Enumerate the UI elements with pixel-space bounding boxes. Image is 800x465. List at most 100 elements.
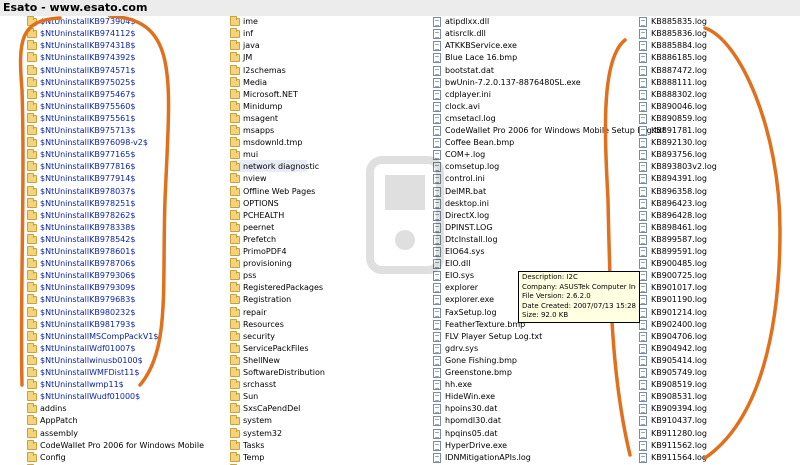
- item-label: CodeWallet Pro 2006 for Windows Mobile: [40, 440, 205, 450]
- item-label: bwUnin-7.2.0.137-8876480SL.exe: [445, 77, 581, 87]
- item-label: Offline Web Pages: [243, 186, 316, 196]
- folder-icon: [27, 125, 37, 135]
- item-label: KB900725.log: [651, 271, 708, 281]
- folder-icon: [27, 270, 37, 281]
- tooltip-description: Description: I2C: [522, 273, 578, 281]
- file-icon: [433, 89, 441, 100]
- file-icon: [433, 113, 441, 124]
- item-label: Sun: [243, 392, 259, 402]
- item-label: KB890859.log: [651, 113, 708, 123]
- file-icon: [639, 210, 647, 221]
- item-label: cmsetacl.log: [445, 113, 496, 123]
- item-label: KB885884.log: [651, 41, 708, 51]
- item-label: FeatherTexture.bmp: [445, 319, 526, 329]
- item-label: java: [243, 41, 260, 51]
- item-label: Temp: [243, 452, 265, 462]
- file-icon: [433, 307, 441, 318]
- item-label: KB905414.log: [651, 355, 708, 365]
- item-label: KB901017.log: [651, 283, 708, 293]
- explorer-window: Esato - www.esato.com $NtUninstallKB9738…: [0, 0, 800, 465]
- item-label: $NtUninstallKB973904$: [40, 17, 136, 27]
- item-label: gdrv.sys: [445, 343, 479, 353]
- file-icon: [639, 343, 647, 354]
- item-label: bootstat.dat: [445, 65, 495, 75]
- folder-icon: [27, 52, 37, 63]
- folder-icon: [27, 40, 37, 51]
- folder-icon: [230, 367, 240, 377]
- folder-icon: [27, 403, 37, 414]
- item-label: KB887472.log: [651, 65, 708, 75]
- folder-icon: [230, 403, 240, 414]
- item-label: $NtUninstallWudf01000$: [40, 392, 141, 402]
- item-label: $NtUninstallKB976098-v2$: [40, 138, 148, 148]
- folder-icon: [230, 209, 240, 220]
- folder-icon: [230, 233, 240, 244]
- file-icon: [639, 222, 647, 233]
- file-icon: [433, 331, 441, 342]
- file-icon: [639, 380, 647, 391]
- item-label: KB886185.log: [651, 53, 708, 63]
- folder-icon: [27, 354, 37, 365]
- file-icon: [639, 77, 647, 88]
- item-label: Prefetch: [243, 234, 277, 244]
- item-label: $NtUninstallKB980232$: [40, 307, 136, 317]
- file-icon: [433, 428, 441, 439]
- item-label: CodeWallet Pro 2006 for Windows Mobile S…: [445, 126, 666, 135]
- item-label: FaxSetup.log: [445, 307, 497, 317]
- folder-icon: [230, 16, 240, 27]
- item-label: KB896358.log: [651, 186, 708, 196]
- file-icon: [639, 138, 647, 149]
- file-icon: [639, 428, 647, 439]
- item-label: KB910437.log: [651, 416, 708, 426]
- file-icon: [639, 65, 647, 76]
- item-label: $NtUninstallKB979309$: [40, 283, 136, 293]
- folder-icon: [27, 112, 37, 123]
- window-title: Esato - www.esato.com: [3, 1, 148, 14]
- folder-icon: [230, 173, 240, 184]
- file-icon: [433, 41, 441, 52]
- folder-icon: [230, 28, 240, 39]
- folder-icon: [27, 306, 37, 317]
- item-label: $NtUninstallKB974571$: [40, 65, 136, 75]
- item-label: nview: [243, 174, 267, 184]
- file-icon: [639, 198, 647, 209]
- item-label: hpqins05.dat: [445, 428, 498, 438]
- file-icon: [639, 452, 647, 463]
- item-label: SxsCaPendDel: [243, 404, 301, 414]
- item-label: $NtUninstallKB978706$: [40, 259, 136, 269]
- folder-icon: [230, 270, 240, 281]
- item-label: $NtUninstallKB974392$: [40, 53, 136, 63]
- item-label: $NtUninstallKB979306$: [40, 271, 136, 281]
- item-label: HideWin.exe: [445, 392, 495, 402]
- folder-icon: [230, 439, 240, 450]
- file-icon: [639, 331, 647, 342]
- item-label: Media: [243, 77, 268, 87]
- folder-icon: [230, 64, 240, 75]
- item-label: $NtUninstallKB978037$: [40, 186, 136, 196]
- file-icon: [433, 126, 441, 136]
- item-label: KB911564.log: [651, 452, 708, 462]
- item-label: Registration: [243, 295, 292, 305]
- item-label: atisrclk.dll: [445, 29, 486, 39]
- item-label: KB900485.log: [651, 259, 708, 269]
- file-icon: [433, 295, 441, 306]
- file-icon: [433, 283, 441, 294]
- file-icon: [639, 440, 647, 451]
- file-icon: [639, 319, 647, 330]
- item-label: KB911562.log: [651, 440, 708, 450]
- item-label: OPTIONS: [243, 198, 279, 208]
- file-icon: [433, 355, 441, 366]
- item-label: KB909394.log: [651, 404, 708, 414]
- item-label: $NtUninstallKB974318$: [40, 41, 136, 51]
- file-icon: [433, 380, 441, 391]
- file-icon: [433, 343, 441, 354]
- folder-icon: [27, 258, 37, 269]
- tooltip-created: Date Created: 2007/07/13 15:28: [522, 301, 636, 310]
- folder-icon: [27, 173, 37, 184]
- folder-icon: [230, 88, 240, 99]
- folder-icon: [27, 161, 37, 172]
- folder-icon: [230, 342, 240, 353]
- folder-icon: [27, 342, 37, 353]
- item-label: l2schemas: [243, 65, 286, 75]
- item-label: hh.exe: [445, 380, 472, 390]
